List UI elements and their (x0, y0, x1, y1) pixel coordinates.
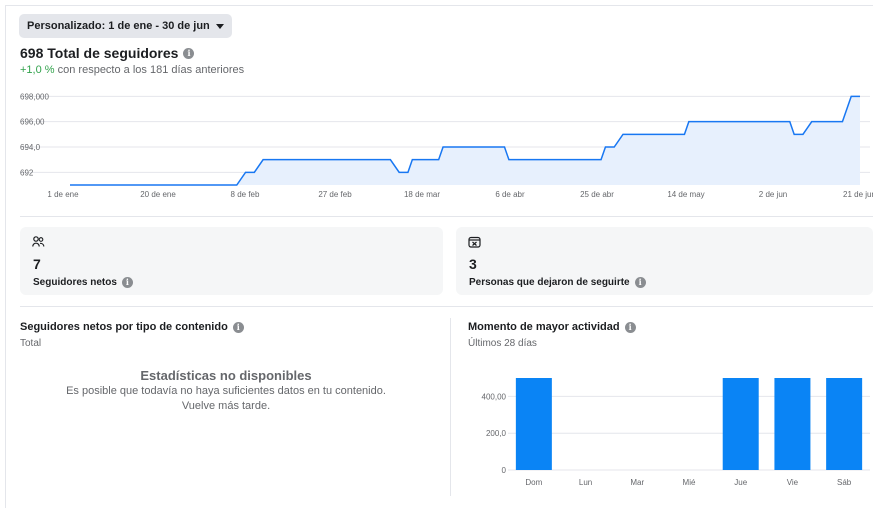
net-followers-value: 7 (33, 256, 41, 272)
unfollow-icon (468, 236, 481, 251)
y-tick-label: 692 (20, 168, 34, 177)
x-tick-label: Lun (579, 478, 592, 487)
y-tick-label: 698,000 (20, 92, 49, 101)
unfollows-label-text: Personas que dejaron de seguirte (469, 277, 630, 288)
activity-bar-chart: 0 200,0 400,00 Dom Lun Mar Mié Jue Vie Sáb (482, 378, 870, 487)
info-icon[interactable]: i (624, 321, 636, 333)
empty-state: Estadísticas no disponibles Es posible q… (20, 368, 432, 413)
bar (515, 378, 552, 470)
divider (20, 306, 873, 307)
x-tick-label: Mié (683, 478, 696, 487)
y-tick-label: 694,0 (20, 143, 41, 152)
followers-line-chart: 692 694,0 696,00 698,000 1 de ene 20 de ene 8 … (20, 92, 873, 199)
content-type-title-text: Seguidores netos por tipo de contenido (20, 321, 228, 333)
date-range-dropdown[interactable]: Personalizado: 1 de ene - 30 de jun (19, 14, 232, 38)
y-tick-label: 0 (502, 466, 507, 475)
content-type-subtitle: Total (20, 338, 42, 349)
x-tick-label: Sáb (837, 478, 852, 487)
x-tick-label: Jue (734, 478, 747, 487)
x-tick-label: 18 de mar (404, 190, 440, 199)
x-tick-label: 20 de ene (140, 190, 176, 199)
section-divider (450, 318, 451, 496)
change-text: con respecto a los 181 días anteriores (57, 64, 245, 76)
unfollows-label: Personas que dejaron de seguirte i (469, 277, 646, 288)
followers-total-text: 698 Total de seguidores (20, 45, 179, 61)
change-percent: +1,0 % (20, 64, 55, 76)
x-tick-label: 21 de jun (843, 190, 873, 199)
x-tick-label: Dom (525, 478, 542, 487)
empty-state-line2: Vuelve más tarde. (181, 400, 271, 412)
unfollows-value: 3 (469, 256, 477, 272)
y-tick-label: 696,00 (20, 118, 45, 127)
people-icon (32, 236, 45, 251)
followers-change: +1,0 % con respecto a los 181 días anter… (20, 64, 244, 76)
x-tick-label: Vie (787, 478, 799, 487)
bar (774, 378, 811, 470)
net-followers-label-text: Seguidores netos (33, 277, 117, 288)
x-tick-label: 25 de abr (580, 190, 614, 199)
x-tick-label: 27 de feb (318, 190, 352, 199)
bar (722, 378, 759, 470)
y-tick-label: 400,00 (482, 392, 507, 401)
content-type-title: Seguidores netos por tipo de contenido i (20, 321, 244, 333)
bar (826, 378, 863, 470)
info-icon[interactable]: i (232, 321, 244, 333)
net-followers-card: 7 Seguidores netos i (20, 227, 443, 295)
activity-title-text: Momento de mayor actividad (468, 321, 620, 333)
y-tick-label: 200,0 (486, 429, 507, 438)
info-icon[interactable]: i (183, 47, 195, 59)
date-range-label: Personalizado: 1 de ene - 30 de jun (27, 20, 210, 32)
activity-title: Momento de mayor actividad i (468, 321, 636, 333)
divider (20, 216, 873, 217)
empty-state-line1: Es posible que todavía no haya suficient… (66, 385, 386, 397)
x-tick-label: 2 de jun (759, 190, 787, 199)
followers-total-title: 698 Total de seguidores i (20, 45, 195, 61)
x-tick-label: Mar (630, 478, 644, 487)
info-icon[interactable]: i (121, 277, 133, 288)
unfollows-card: 3 Personas que dejaron de seguirte i (456, 227, 873, 295)
info-icon[interactable]: i (634, 277, 646, 288)
empty-state-title: Estadísticas no disponibles (140, 368, 312, 383)
activity-subtitle: Últimos 28 días (468, 338, 537, 349)
net-followers-label: Seguidores netos i (33, 277, 133, 288)
x-tick-label: 1 de ene (47, 190, 79, 199)
area-fill (70, 96, 860, 185)
caret-down-icon (215, 23, 224, 29)
x-tick-label: 6 de abr (495, 190, 525, 199)
x-tick-label: 8 de feb (231, 190, 260, 199)
x-tick-label: 14 de may (667, 190, 704, 199)
